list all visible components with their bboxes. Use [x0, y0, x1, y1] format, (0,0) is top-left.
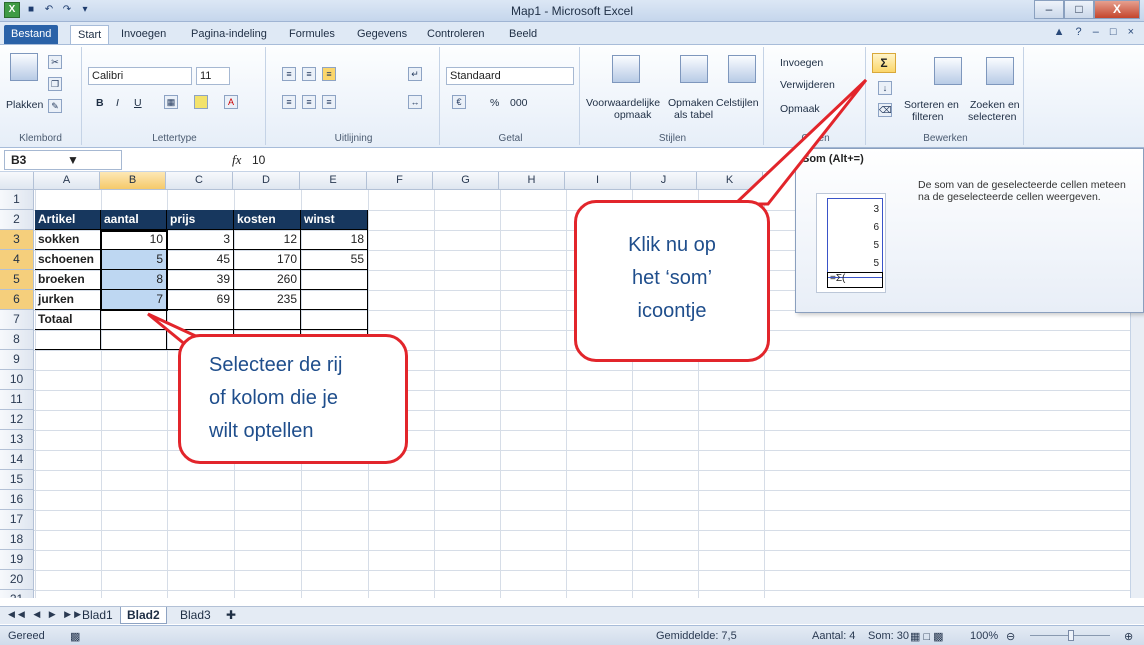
view-buttons[interactable]: ▦ □ ▩	[910, 630, 944, 643]
callout-select-range: Selecteer de rij of kolom die je wilt op…	[178, 334, 408, 464]
new-sheet-icon[interactable]: ✚	[220, 607, 242, 624]
callout-line: wilt optellen	[209, 420, 314, 442]
sheet-tab-blad1[interactable]: Blad1	[76, 607, 119, 624]
callout-line: icoontje	[637, 300, 707, 322]
sheet-tab-blad3[interactable]: Blad3	[174, 607, 217, 624]
zoom-level[interactable]: 100%	[970, 630, 998, 642]
status-average: Gemiddelde: 7,5	[656, 630, 737, 642]
callout-line: Klik nu op	[628, 234, 716, 256]
zoom-out-button[interactable]: ⊖	[1006, 630, 1015, 643]
callout-arrows	[147, 78, 868, 353]
sheet-tab-bar: ◀◀ ◀ ▶ ▶▶ Blad1 Blad2 Blad3 ✚	[0, 606, 1144, 624]
zoom-slider-thumb[interactable]	[1068, 630, 1074, 641]
callout-arrow-right	[731, 78, 868, 206]
callout-line: of kolom die je	[209, 387, 338, 409]
sheet-nav-arrows[interactable]: ◀◀ ◀ ▶ ▶▶	[8, 609, 84, 620]
callout-line: Selecteer de rij	[209, 354, 343, 376]
callout-line: het ‘som’	[631, 267, 713, 289]
macro-record-icon[interactable]: ▩	[70, 630, 80, 643]
sheet-tab-blad2[interactable]: Blad2	[120, 607, 167, 624]
status-ready: Gereed	[8, 630, 45, 642]
status-count: Aantal: 4	[812, 630, 856, 642]
callout-click-sum: Klik nu op het ‘som’ icoontje	[574, 200, 770, 362]
status-sum: Som: 30	[868, 630, 909, 642]
zoom-in-button[interactable]: ⊕	[1124, 630, 1133, 643]
status-bar: Gereed ▩ Gemiddelde: 7,5 Aantal: 4 Som: …	[0, 625, 1144, 645]
